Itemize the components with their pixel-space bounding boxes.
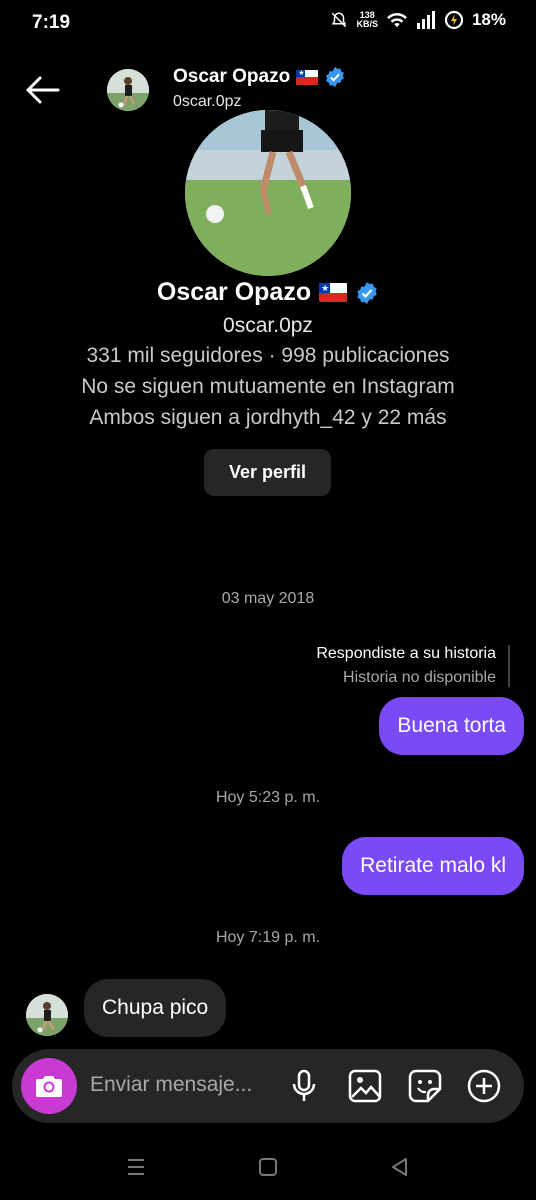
wifi-icon bbox=[387, 12, 407, 28]
battery-icon bbox=[444, 10, 464, 30]
story-unavailable-label: Historia no disponible bbox=[343, 669, 496, 686]
battery-level: 18% bbox=[471, 10, 506, 29]
message-timestamp: 03 may 2018 bbox=[221, 590, 315, 607]
header-username: 0scar.0pz bbox=[173, 93, 242, 110]
home-icon[interactable] bbox=[254, 1155, 282, 1179]
sticker-button[interactable] bbox=[406, 1067, 444, 1105]
profile-avatar[interactable] bbox=[185, 110, 351, 276]
gallery-icon bbox=[348, 1069, 382, 1103]
incoming-message-bubble[interactable]: Chupa pico bbox=[84, 979, 227, 1037]
view-profile-button[interactable]: Ver perfil bbox=[204, 449, 331, 496]
add-button[interactable] bbox=[465, 1067, 503, 1105]
camera-icon bbox=[36, 1076, 62, 1097]
recent-apps-icon[interactable] bbox=[122, 1155, 150, 1179]
chile-flag-icon: ★ bbox=[319, 283, 348, 302]
message-input[interactable]: Enviar mensaje... bbox=[90, 1073, 252, 1097]
net-speed: 138 KB/S bbox=[356, 11, 378, 29]
outgoing-message-bubble[interactable]: Buena torta bbox=[379, 697, 524, 755]
profile-name-row: Oscar Opazo ★ bbox=[0, 278, 536, 307]
signal-icon bbox=[416, 11, 435, 29]
chile-flag-icon: ★ bbox=[296, 69, 319, 85]
back-arrow-icon[interactable] bbox=[22, 72, 62, 108]
header-avatar[interactable] bbox=[107, 69, 149, 111]
profile-mutuals: Ambos siguen a jordhyth_42 y 22 más bbox=[89, 406, 447, 429]
plus-icon bbox=[467, 1069, 501, 1103]
message-composer bbox=[12, 1049, 524, 1123]
mute-icon bbox=[332, 12, 347, 28]
message-timestamp: Hoy 7:19 p. m. bbox=[215, 929, 321, 946]
gallery-button[interactable] bbox=[346, 1067, 384, 1105]
story-reply-label: Respondiste a su historia bbox=[316, 645, 496, 662]
verified-badge-icon bbox=[357, 281, 377, 304]
net-speed-unit: KB/S bbox=[356, 19, 378, 29]
profile-follow-status: No se siguen mutuamente en Instagram bbox=[81, 375, 455, 398]
status-icons: 138 KB/S 18% bbox=[330, 10, 506, 30]
microphone-icon bbox=[292, 1069, 316, 1101]
microphone-button[interactable] bbox=[285, 1067, 323, 1105]
verified-badge-icon bbox=[326, 66, 345, 88]
profile-stats: 331 mil seguidores · 998 publicaciones bbox=[86, 344, 450, 367]
story-reply-context[interactable]: Respondiste a su historia Historia no di… bbox=[316, 645, 510, 687]
outgoing-message-bubble[interactable]: Retirate malo kl bbox=[342, 837, 524, 895]
status-time: 7:19 bbox=[32, 12, 71, 33]
header-name: Oscar Opazo bbox=[173, 66, 291, 87]
message-timestamp: Hoy 5:23 p. m. bbox=[215, 789, 321, 806]
back-nav-icon[interactable] bbox=[386, 1155, 414, 1179]
sender-avatar[interactable] bbox=[26, 994, 68, 1036]
sticker-icon bbox=[408, 1069, 442, 1103]
header-name-row[interactable]: Oscar Opazo ★ bbox=[173, 66, 346, 88]
profile-username: 0scar.0pz bbox=[223, 314, 313, 337]
camera-button[interactable] bbox=[21, 1058, 77, 1114]
profile-name: Oscar Opazo bbox=[156, 278, 312, 306]
